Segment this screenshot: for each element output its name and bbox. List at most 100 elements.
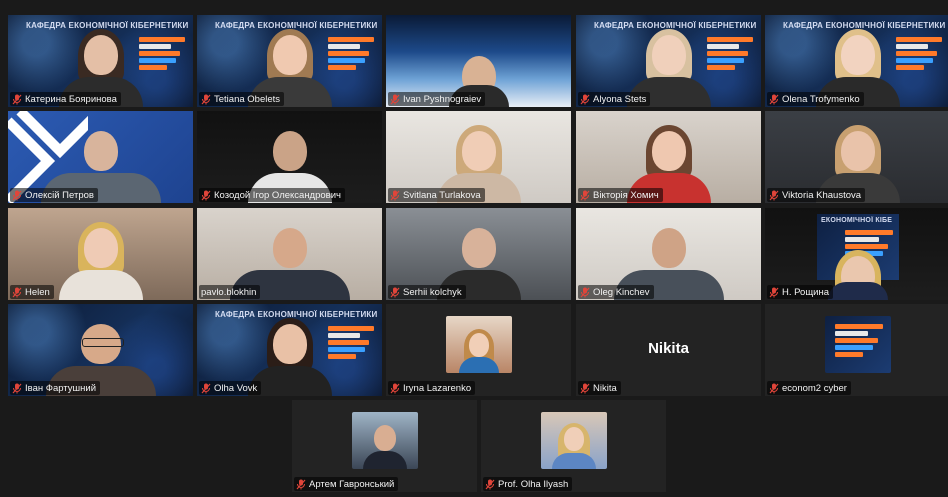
mic-muted-icon [12, 94, 22, 104]
participant-name: Oleg Kinchev [593, 286, 650, 298]
participant-tile[interactable]: Артем Гавронський [292, 400, 477, 492]
mic-muted-icon [12, 287, 22, 297]
participant-name-label: Olha Vovk [199, 381, 262, 395]
participant-name: Prof. Olha Ilyash [498, 478, 569, 490]
mic-muted-icon [390, 383, 400, 393]
participant-name: Helen [25, 286, 50, 298]
banner-chart [707, 37, 753, 72]
participant-name: Козодой Ігор Олександрович [214, 189, 341, 201]
participant-name: Катерина Бояринова [25, 93, 117, 105]
mic-muted-icon [296, 479, 306, 489]
participant-name: Артем Гавронський [309, 478, 395, 490]
participant-tile[interactable]: Viktoria Khaustova [765, 111, 948, 203]
profile-picture [445, 316, 512, 373]
banner-chart [328, 37, 374, 72]
background-banner: ЕКОНОМІЧНОЇ КІБЕ [821, 217, 893, 224]
banner-chart [834, 324, 883, 359]
participant-name-label: Tetiana Obelets [199, 92, 285, 106]
participant-name-label: Alyona Stets [578, 92, 651, 106]
participant-tile[interactable]: КАФЕДРА ЕКОНОМІЧНОЇ КІБЕРНЕТИКИ Катерина… [8, 15, 193, 107]
mic-muted-icon [485, 479, 495, 489]
participant-name: Serhii kolchyk [403, 286, 462, 298]
mic-muted-icon [390, 94, 400, 104]
participant-name: Viktoria Khaustova [782, 189, 862, 201]
mic-muted-icon [769, 287, 779, 297]
glasses [81, 338, 124, 347]
participant-name-label: Serhii kolchyk [388, 285, 466, 299]
participant-tile[interactable]: КАФЕДРА ЕКОНОМІЧНОЇ КІБЕРНЕТИКИ Alyona S… [576, 15, 761, 107]
mic-muted-icon [580, 287, 590, 297]
participant-name-label: Н. Рощина [767, 285, 833, 299]
participant-name-label: Svitlana Turlakova [388, 188, 485, 202]
mic-muted-icon [769, 94, 779, 104]
participant-tile[interactable]: Вікторія Хомич [576, 111, 761, 203]
participant-tile[interactable]: КАФЕДРА ЕКОНОМІЧНОЇ КІБЕРНЕТИКИ Olena Tr… [765, 15, 948, 107]
mic-muted-icon [390, 190, 400, 200]
participant-tile[interactable]: Ivan Pyshnograiev [386, 15, 571, 107]
participant-name: Н. Рощина [782, 286, 829, 298]
mic-muted-icon [390, 287, 400, 297]
participant-tile[interactable]: Helen [8, 208, 193, 300]
participant-name-label: Вікторія Хомич [578, 188, 663, 202]
participant-tile[interactable]: Nikita Nikita [576, 304, 761, 396]
participant-name: Svitlana Turlakova [403, 189, 481, 201]
participant-tile[interactable]: econom2 cyber [765, 304, 948, 396]
banner-chart [328, 326, 374, 361]
participant-name-label: econom2 cyber [767, 381, 851, 395]
participant-name-label: Олексій Петров [10, 188, 98, 202]
mic-muted-icon [12, 383, 22, 393]
profile-picture [540, 412, 607, 469]
banner-chart [139, 37, 185, 72]
participant-name-label: Nikita [578, 381, 621, 395]
participant-name: Iryna Lazarenko [403, 382, 472, 394]
participant-tile[interactable]: Svitlana Turlakova [386, 111, 571, 203]
participant-name-label: Prof. Olha Ilyash [483, 477, 573, 491]
participant-tile[interactable]: КАФЕДРА ЕКОНОМІЧНОЇ КІБЕРНЕТИКИ Olha Vov… [197, 304, 382, 396]
participant-video [827, 250, 888, 300]
participant-name: Ivan Pyshnograiev [403, 93, 482, 105]
mic-muted-icon [201, 190, 211, 200]
participant-name-label: Olena Trofymenko [767, 92, 864, 106]
participant-tile[interactable]: КАФЕДРА ЕКОНОМІЧНОЇ КІБЕРНЕТИКИ Tetiana … [197, 15, 382, 107]
active-speaker-tile[interactable]: pavlo.blokhin [197, 208, 382, 300]
banner-chart [896, 37, 942, 72]
participant-name-label: Артем Гавронський [294, 477, 399, 491]
participant-video [56, 220, 146, 300]
participant-name: Olena Trofymenko [782, 93, 860, 105]
participant-name-label: Helen [10, 285, 54, 299]
participant-name: econom2 cyber [782, 382, 847, 394]
video-gallery: КАФЕДРА ЕКОНОМІЧНОЇ КІБЕРНЕТИКИ Катерина… [0, 0, 948, 497]
participant-tile[interactable]: Олексій Петров [8, 111, 193, 203]
participant-tile[interactable]: Іван Фартушний [8, 304, 193, 396]
mic-muted-icon [769, 383, 779, 393]
participant-tile[interactable]: Prof. Olha Ilyash [481, 400, 666, 492]
mic-muted-icon [201, 94, 211, 104]
mic-muted-icon [580, 94, 590, 104]
mic-muted-icon [201, 383, 211, 393]
participant-name: Tetiana Obelets [214, 93, 281, 105]
participant-name: Nikita [593, 382, 617, 394]
participant-name: Іван Фартушний [25, 382, 97, 394]
participant-name-label: Iryna Lazarenko [388, 381, 476, 395]
participant-name-label: pavlo.blokhin [199, 285, 261, 299]
participant-tile[interactable]: Козодой Ігор Олександрович [197, 111, 382, 203]
mic-muted-icon [580, 383, 590, 393]
participant-name-label: Іван Фартушний [10, 381, 101, 395]
profile-picture [824, 316, 891, 373]
participant-tile[interactable]: Oleg Kinchev [576, 208, 761, 300]
mic-muted-icon [580, 190, 590, 200]
participant-name-label: Катерина Бояринова [10, 92, 121, 106]
participant-name: Вікторія Хомич [593, 189, 659, 201]
participant-name-label: Ivan Pyshnograiev [388, 92, 486, 106]
participant-tile[interactable]: Iryna Lazarenko [386, 304, 571, 396]
participant-name: Олексій Петров [25, 189, 94, 201]
camera-off-name: Nikita [648, 340, 689, 357]
participant-name: pavlo.blokhin [201, 286, 257, 298]
participant-name-label: Viktoria Khaustova [767, 188, 866, 202]
mic-muted-icon [769, 190, 779, 200]
participant-name-label: Oleg Kinchev [578, 285, 654, 299]
mic-muted-icon [12, 190, 22, 200]
participant-tile[interactable]: Serhii kolchyk [386, 208, 571, 300]
participant-name: Olha Vovk [214, 382, 258, 394]
participant-tile[interactable]: ЕКОНОМІЧНОЇ КІБЕ Н. Рощина [765, 208, 948, 300]
